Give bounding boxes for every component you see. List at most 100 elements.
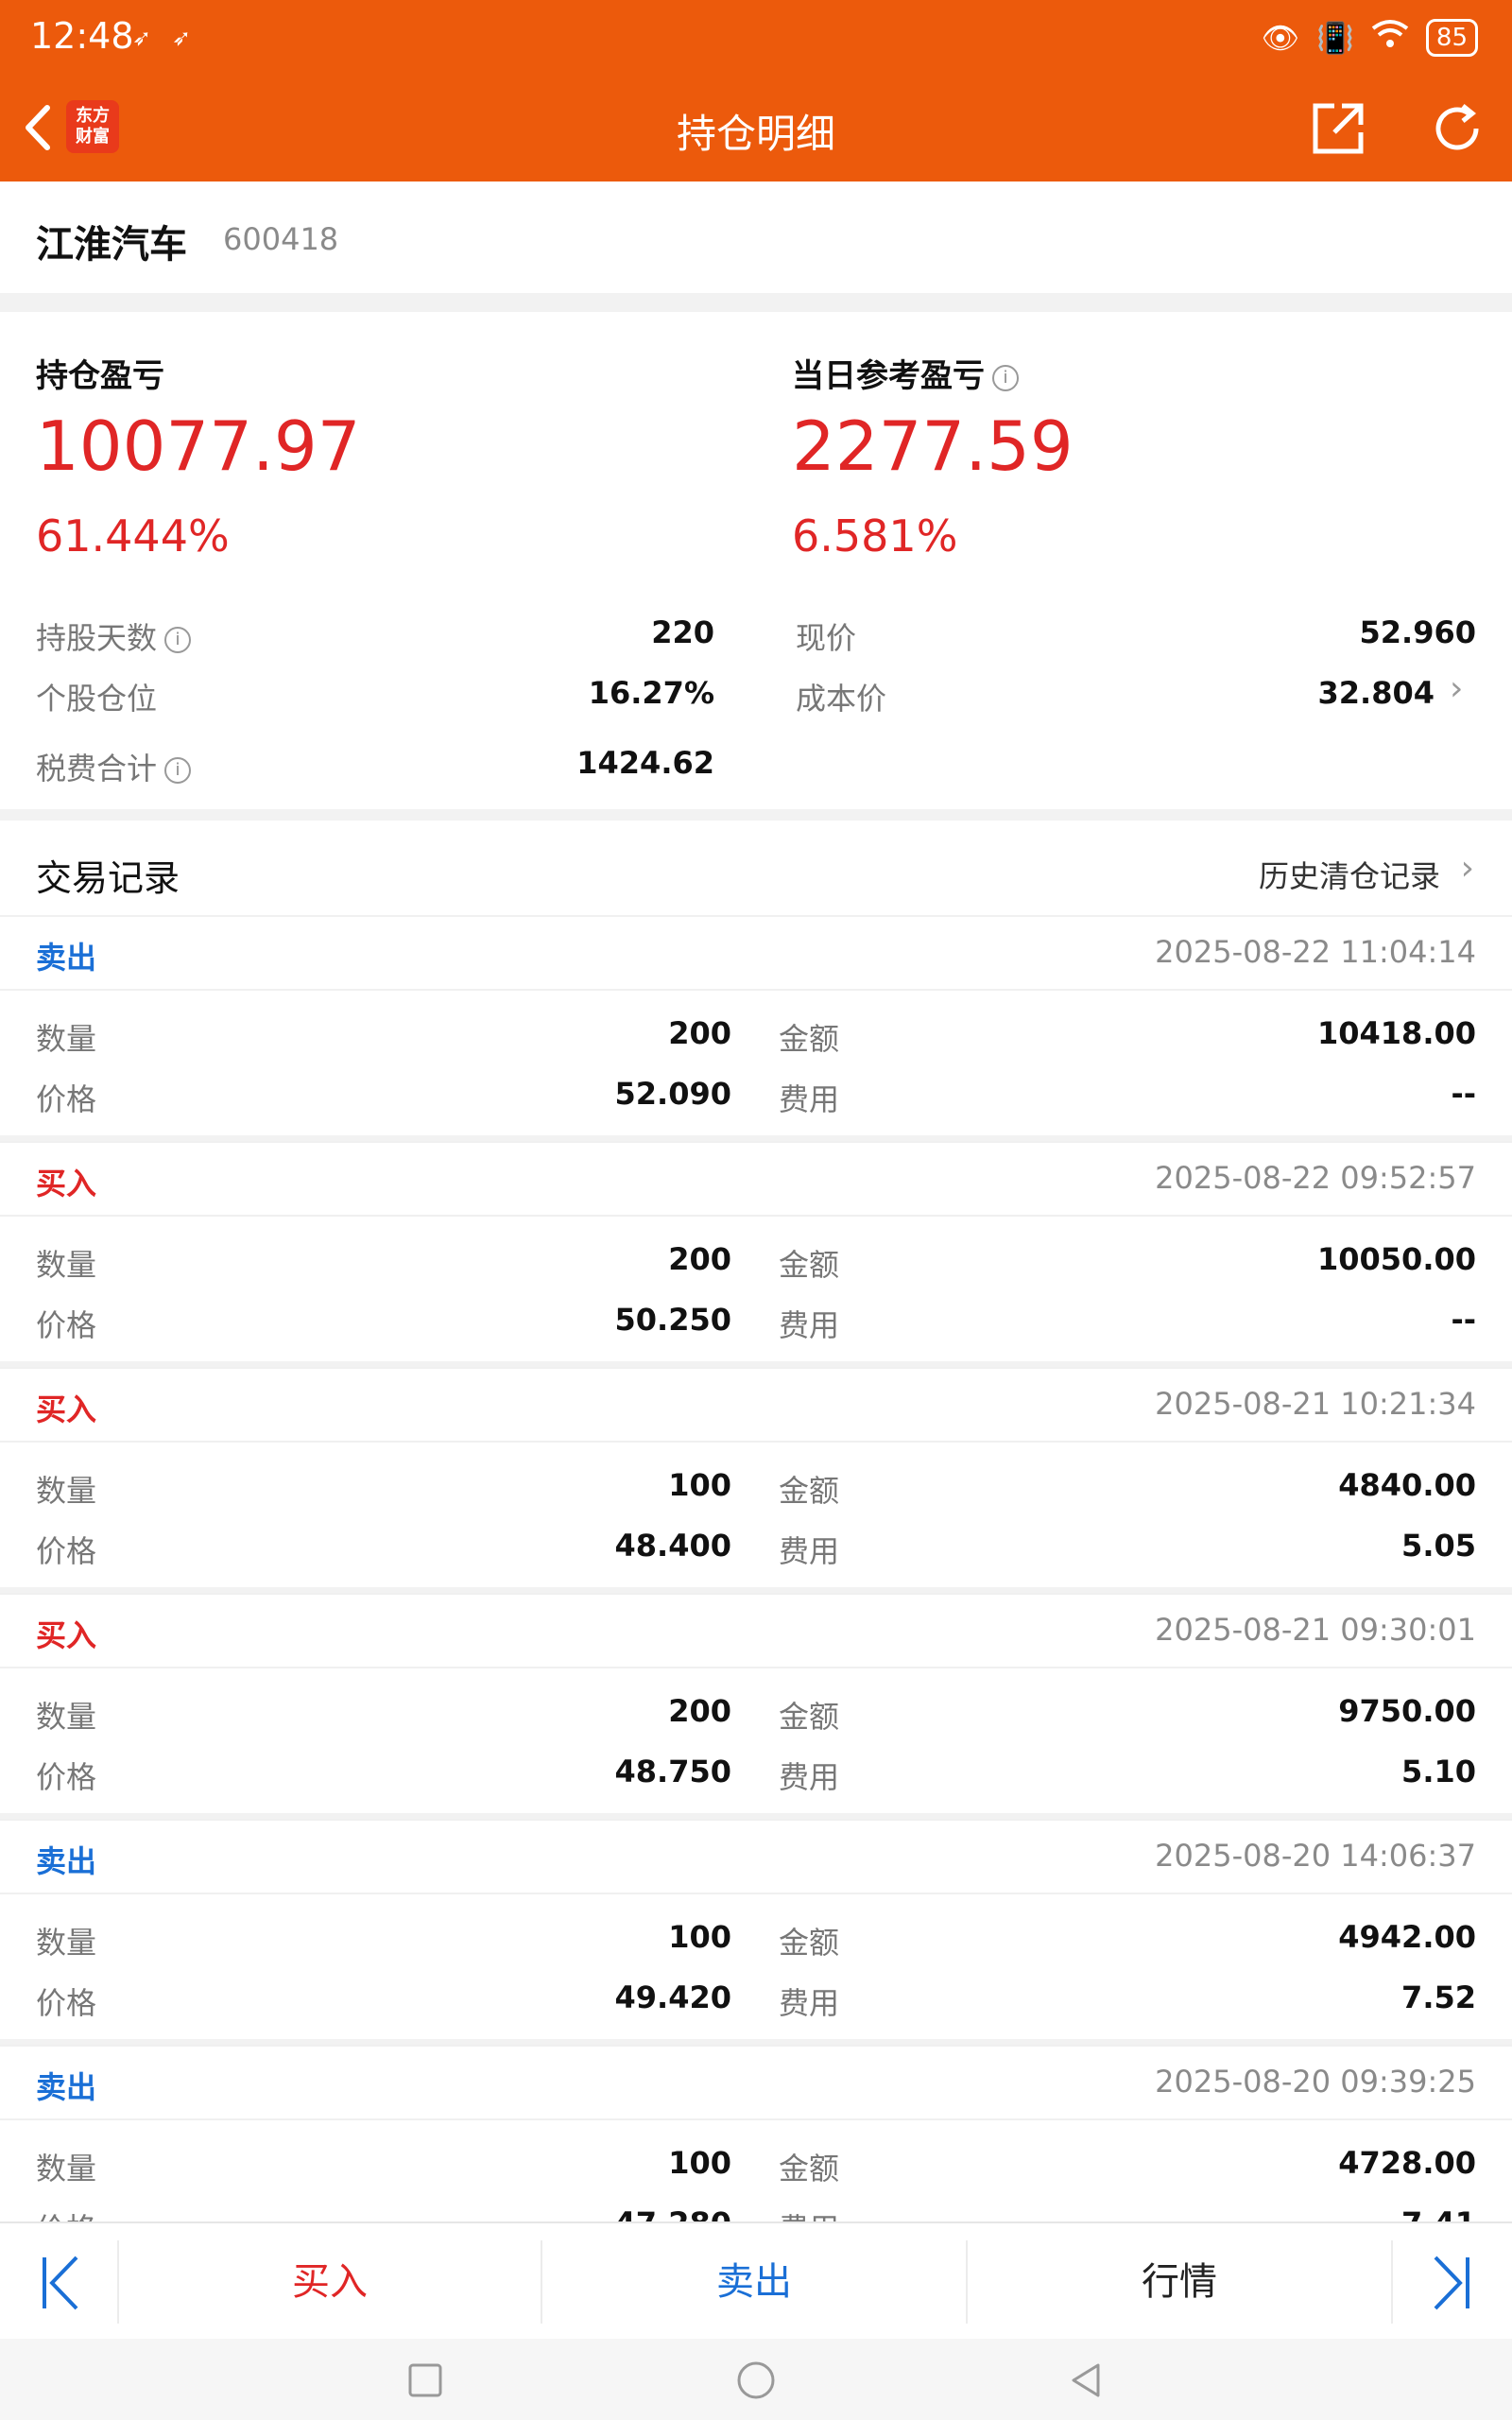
fee-value: 5.10 [1401, 1754, 1476, 1789]
trade-row-header: 卖出 2025-08-20 14:06:37 [0, 1819, 1512, 1894]
trade-row[interactable]: 卖出 2025-08-20 09:39:25 数量 100 金额 4728.00 价格 47.… [0, 2045, 1512, 2221]
trade-row[interactable]: 卖出 2025-08-20 14:06:37 数量 100 金额 4942.00 价格 49.… [0, 1819, 1512, 2045]
amount-label: 金额 [779, 1021, 840, 1057]
trade-row-header: 卖出 2025-08-22 11:04:14 [0, 915, 1512, 991]
page-title: 持仓明细 [676, 111, 835, 157]
tax-label: 税费合计 [36, 751, 158, 786]
price-label: 价格 [36, 1985, 97, 2021]
fee-value: 5.05 [1401, 1528, 1476, 1564]
info-icon[interactable]: i [164, 627, 192, 653]
qty-value: 100 [668, 1919, 731, 1955]
fee-value: -- [1451, 1302, 1476, 1338]
trade-type: 买入 [36, 1392, 97, 1427]
trade-type: 卖出 [36, 2069, 97, 2105]
buy-button[interactable]: 买入 [119, 2223, 541, 2341]
chevron-right-icon[interactable]: › [1461, 849, 1474, 888]
price-label: 价格 [36, 1081, 97, 1117]
sell-button[interactable]: 卖出 [542, 2223, 966, 2341]
share-button[interactable] [1308, 98, 1368, 159]
amount-value: 10050.00 [1316, 1241, 1476, 1277]
price-value: 52.960 [1359, 614, 1476, 650]
info-icon[interactable]: i [992, 364, 1019, 391]
qty-value: 200 [668, 1241, 731, 1277]
holding-pl-value: 10077.97 [36, 406, 361, 486]
trade-row[interactable]: 买入 2025-08-21 09:30:01 数量 200 金额 9750.00 价格 48.… [0, 1593, 1512, 1819]
trade-time: 2025-08-20 09:39:25 [1155, 2064, 1476, 2100]
info-icon[interactable]: i [164, 757, 192, 784]
trade-time: 2025-08-22 09:52:57 [1155, 1160, 1476, 1196]
trade-row-header: 买入 2025-08-21 10:21:34 [0, 1367, 1512, 1443]
qty-label: 数量 [36, 1925, 97, 1961]
trade-time: 2025-08-21 10:21:34 [1155, 1386, 1476, 1422]
tax-label-wrap: 税费合计 i [36, 745, 192, 788]
amount-value: 10418.00 [1316, 1015, 1476, 1051]
price-value: 50.250 [614, 1302, 731, 1338]
action-bar: 买入 卖出 行情 [0, 2221, 1512, 2341]
amount-label: 金额 [779, 1247, 840, 1283]
qty-label: 数量 [36, 1021, 97, 1057]
qty-label: 数量 [36, 1247, 97, 1283]
fee-value: 7.52 [1401, 1979, 1476, 2015]
trade-row[interactable]: 卖出 2025-08-22 11:04:14 数量 200 金额 10418.00 价格 52… [0, 915, 1512, 1141]
amount-label: 金额 [779, 2151, 840, 2187]
recent-apps-icon[interactable] [406, 2361, 444, 2399]
back-nav-icon[interactable] [1066, 2360, 1108, 2401]
records-title: 交易记录 [36, 857, 180, 899]
chevron-right-icon[interactable]: › [1450, 669, 1463, 708]
daily-pl-label: 当日参考盈亏 [792, 357, 985, 395]
trade-time: 2025-08-21 09:30:01 [1155, 1612, 1476, 1648]
qty-value: 200 [668, 1693, 731, 1729]
stock-code: 600418 [223, 221, 339, 257]
skip-forward-icon [1434, 2256, 1469, 2310]
trade-type: 卖出 [36, 1843, 97, 1879]
price-label: 价格 [36, 1533, 97, 1569]
trade-row-header: 买入 2025-08-21 09:30:01 [0, 1593, 1512, 1668]
home-icon[interactable] [735, 2360, 777, 2401]
tax-value: 1424.62 [576, 745, 714, 781]
trade-row[interactable]: 买入 2025-08-22 09:52:57 数量 200 金额 10050.00 价格 50… [0, 1141, 1512, 1367]
fee-value: -- [1451, 1076, 1476, 1112]
refresh-button[interactable] [1427, 98, 1487, 159]
trade-row-header: 卖出 2025-08-20 09:39:25 [0, 2045, 1512, 2120]
position-value: 16.27% [588, 675, 714, 711]
qty-value: 100 [668, 1467, 731, 1503]
days-value: 220 [651, 614, 714, 650]
trade-records: 交易记录 历史清仓记录 › 卖出 2025-08-22 11:04:14 数量 200… [0, 821, 1512, 2221]
trade-time: 2025-08-22 11:04:14 [1155, 934, 1476, 970]
eye-icon: 👁 [1261, 20, 1300, 56]
amount-value: 4728.00 [1338, 2145, 1476, 2181]
trade-row[interactable]: 买入 2025-08-21 10:21:34 数量 100 金额 4840.00 价格 48.… [0, 1367, 1512, 1593]
holding-pl-label: 持仓盈亏 [36, 357, 164, 395]
qty-value: 200 [668, 1015, 731, 1051]
first-page-button[interactable] [19, 2223, 104, 2341]
market-button[interactable]: 行情 [968, 2223, 1391, 2341]
history-link[interactable]: 历史清仓记录 [1259, 853, 1440, 896]
vibrate-icon: 📳 [1316, 20, 1354, 56]
records-header: 交易记录 历史清仓记录 › [0, 821, 1512, 915]
price-label: 价格 [36, 2205, 96, 2221]
price-label: 价格 [36, 1759, 97, 1795]
fee-label: 费用 [779, 1533, 840, 1569]
price-label: 现价 [796, 620, 857, 656]
amount-label: 金额 [779, 1699, 840, 1735]
amount-label: 金额 [779, 1925, 840, 1961]
qty-label: 数量 [36, 2151, 97, 2187]
amount-value: 9750.00 [1338, 1693, 1476, 1729]
position-label: 个股仓位 [36, 681, 158, 717]
stock-info-bar: 江淮汽车 600418 [0, 182, 1512, 293]
fee-value: 7.41 [1134, 2205, 1476, 2221]
fee-label: 费用 [779, 1307, 840, 1343]
days-label: 持股天数 [36, 620, 158, 656]
skip-back-icon [43, 2256, 78, 2310]
price-value: 48.750 [614, 1754, 731, 1789]
nav-bar: 东方 财富 持仓明细 [0, 76, 1512, 182]
qty-label: 数量 [36, 1473, 97, 1509]
price-label: 价格 [36, 1307, 97, 1343]
cost-value[interactable]: 32.804 [1228, 675, 1435, 711]
last-page-button[interactable] [1408, 2223, 1493, 2341]
price-value: 49.420 [614, 1979, 731, 2015]
amount-label: 金额 [779, 1473, 840, 1509]
days-label-wrap: 持股天数 i [36, 614, 192, 658]
trade-type: 买入 [36, 1617, 97, 1653]
price-value: 48.400 [614, 1528, 731, 1564]
